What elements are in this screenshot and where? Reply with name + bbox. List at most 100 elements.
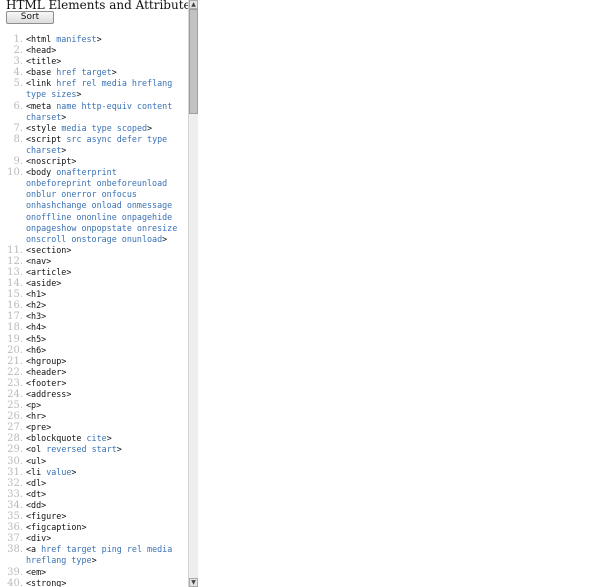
element-code: <script src async defer type charset> <box>26 133 168 155</box>
element-tag: address <box>31 389 67 399</box>
element-tag: li <box>31 466 42 477</box>
element-code: <head> <box>26 45 57 56</box>
element-tag: h6 <box>31 344 42 355</box>
elements-panel: HTML Elements and Attributes Sort 1. <htm… <box>0 0 188 587</box>
line-number: 28. <box>7 433 23 445</box>
list-item: 17. <h3> <box>0 311 188 322</box>
line-number: 20. <box>7 344 23 356</box>
element-tag: em <box>31 566 42 577</box>
sort-button[interactable]: Sort <box>6 11 54 24</box>
list-item: 18. <h4> <box>0 322 188 333</box>
element-code: <ul> <box>26 455 47 466</box>
line-number: 16. <box>7 300 23 312</box>
element-code: <a href target ping rel media hreflang t… <box>26 544 173 566</box>
element-attributes: reversed start <box>46 444 117 455</box>
element-tag: a <box>31 544 37 555</box>
line-number: 38. <box>7 544 23 556</box>
element-tag: dl <box>31 477 42 488</box>
element-code: <nav> <box>26 255 52 266</box>
list-item: 22. <header> <box>0 367 188 378</box>
element-code: <strong> <box>26 577 67 587</box>
element-code: <base href target> <box>26 67 117 78</box>
line-number: 4. <box>13 67 23 79</box>
arrow-up-icon[interactable]: ▲ <box>189 0 198 9</box>
list-item: 38. <a href target ping rel media hreflan… <box>0 544 188 566</box>
element-tag: link <box>31 78 52 89</box>
element-tag: h3 <box>31 311 42 322</box>
list-item: 37. <div> <box>0 533 188 544</box>
scrollbar-thumb[interactable] <box>189 9 198 114</box>
vertical-scrollbar[interactable]: ▲ ▼ <box>188 0 198 587</box>
element-code: <figcaption> <box>26 522 87 533</box>
element-code: <dl> <box>26 477 47 488</box>
element-tag: figure <box>31 511 62 522</box>
element-code: <blockquote cite> <box>26 433 112 444</box>
line-number: 11. <box>7 244 23 256</box>
element-code: <hr> <box>26 411 47 422</box>
list-item: 29. <ol reversed start> <box>0 444 188 455</box>
element-tag: dt <box>31 488 42 499</box>
line-number: 30. <box>7 455 23 467</box>
list-item: 15. <h1> <box>0 289 188 300</box>
list-item: 27. <pre> <box>0 422 188 433</box>
element-code: <meta name http-equiv content charset> <box>26 100 173 122</box>
list-item: 4. <base href target> <box>0 67 188 78</box>
list-item: 40. <strong> <box>0 578 188 587</box>
element-code: <h6> <box>26 344 47 355</box>
element-tag: html <box>31 34 52 44</box>
line-number: 9. <box>13 156 23 168</box>
line-number: 25. <box>7 400 23 412</box>
element-code: <ol reversed start> <box>26 444 122 455</box>
element-attributes: href target <box>56 67 112 78</box>
element-tag: strong <box>31 577 62 587</box>
element-code: <section> <box>26 244 72 255</box>
element-tag: blockquote <box>31 433 82 444</box>
line-number: 22. <box>7 366 23 378</box>
element-tag: base <box>31 67 52 78</box>
element-tag: title <box>31 56 57 67</box>
line-number: 8. <box>13 133 23 145</box>
list-item: 19. <h5> <box>0 334 188 345</box>
list-item: 39. <em> <box>0 567 188 578</box>
line-number: 2. <box>13 45 23 57</box>
line-number: 5. <box>13 78 23 90</box>
list-item: 10. <body onafterprint onbeforeprint onbe… <box>0 167 188 245</box>
list-item: 5. <link href rel media hreflang type siz… <box>0 78 188 100</box>
element-code: <h3> <box>26 311 47 322</box>
element-tag: script <box>31 133 62 144</box>
line-number: 13. <box>7 266 23 278</box>
element-tag: hr <box>31 411 42 422</box>
element-tag: nav <box>31 255 47 266</box>
element-code: <address> <box>26 389 72 399</box>
list-item: 28. <blockquote cite> <box>0 433 188 444</box>
element-attributes: href target ping rel media hreflang type <box>26 544 173 566</box>
list-item: 6. <meta name http-equiv content charset> <box>0 101 188 123</box>
element-code: <noscript> <box>26 156 77 167</box>
line-number: 1. <box>13 34 23 45</box>
element-code: <h5> <box>26 333 47 344</box>
element-tag: meta <box>31 100 52 111</box>
element-code: <em> <box>26 566 47 577</box>
element-tag: figcaption <box>31 522 82 533</box>
element-tag: hgroup <box>31 355 62 366</box>
element-tag: header <box>31 366 62 377</box>
list-item: 9. <noscript> <box>0 156 188 167</box>
element-code: <html manifest> <box>26 34 102 44</box>
element-tag: h1 <box>31 289 42 300</box>
line-number: 24. <box>7 389 23 400</box>
list-item: 35. <figure> <box>0 511 188 522</box>
list-item: 16. <h2> <box>0 300 188 311</box>
line-number: 19. <box>7 333 23 345</box>
line-number: 12. <box>7 255 23 267</box>
element-attributes: media type scoped <box>61 122 148 133</box>
element-code: <hgroup> <box>26 355 67 366</box>
arrow-down-icon[interactable]: ▼ <box>189 578 198 587</box>
element-list: 1. <html manifest> 2. <head> 3. <title> 4. <bas… <box>0 34 188 587</box>
list-item: 21. <hgroup> <box>0 356 188 367</box>
element-code: <header> <box>26 366 67 377</box>
line-number: 18. <box>7 322 23 334</box>
line-number: 14. <box>7 278 23 290</box>
list-item: 31. <li value> <box>0 467 188 478</box>
line-number: 21. <box>7 355 23 367</box>
line-number: 10. <box>7 167 23 179</box>
